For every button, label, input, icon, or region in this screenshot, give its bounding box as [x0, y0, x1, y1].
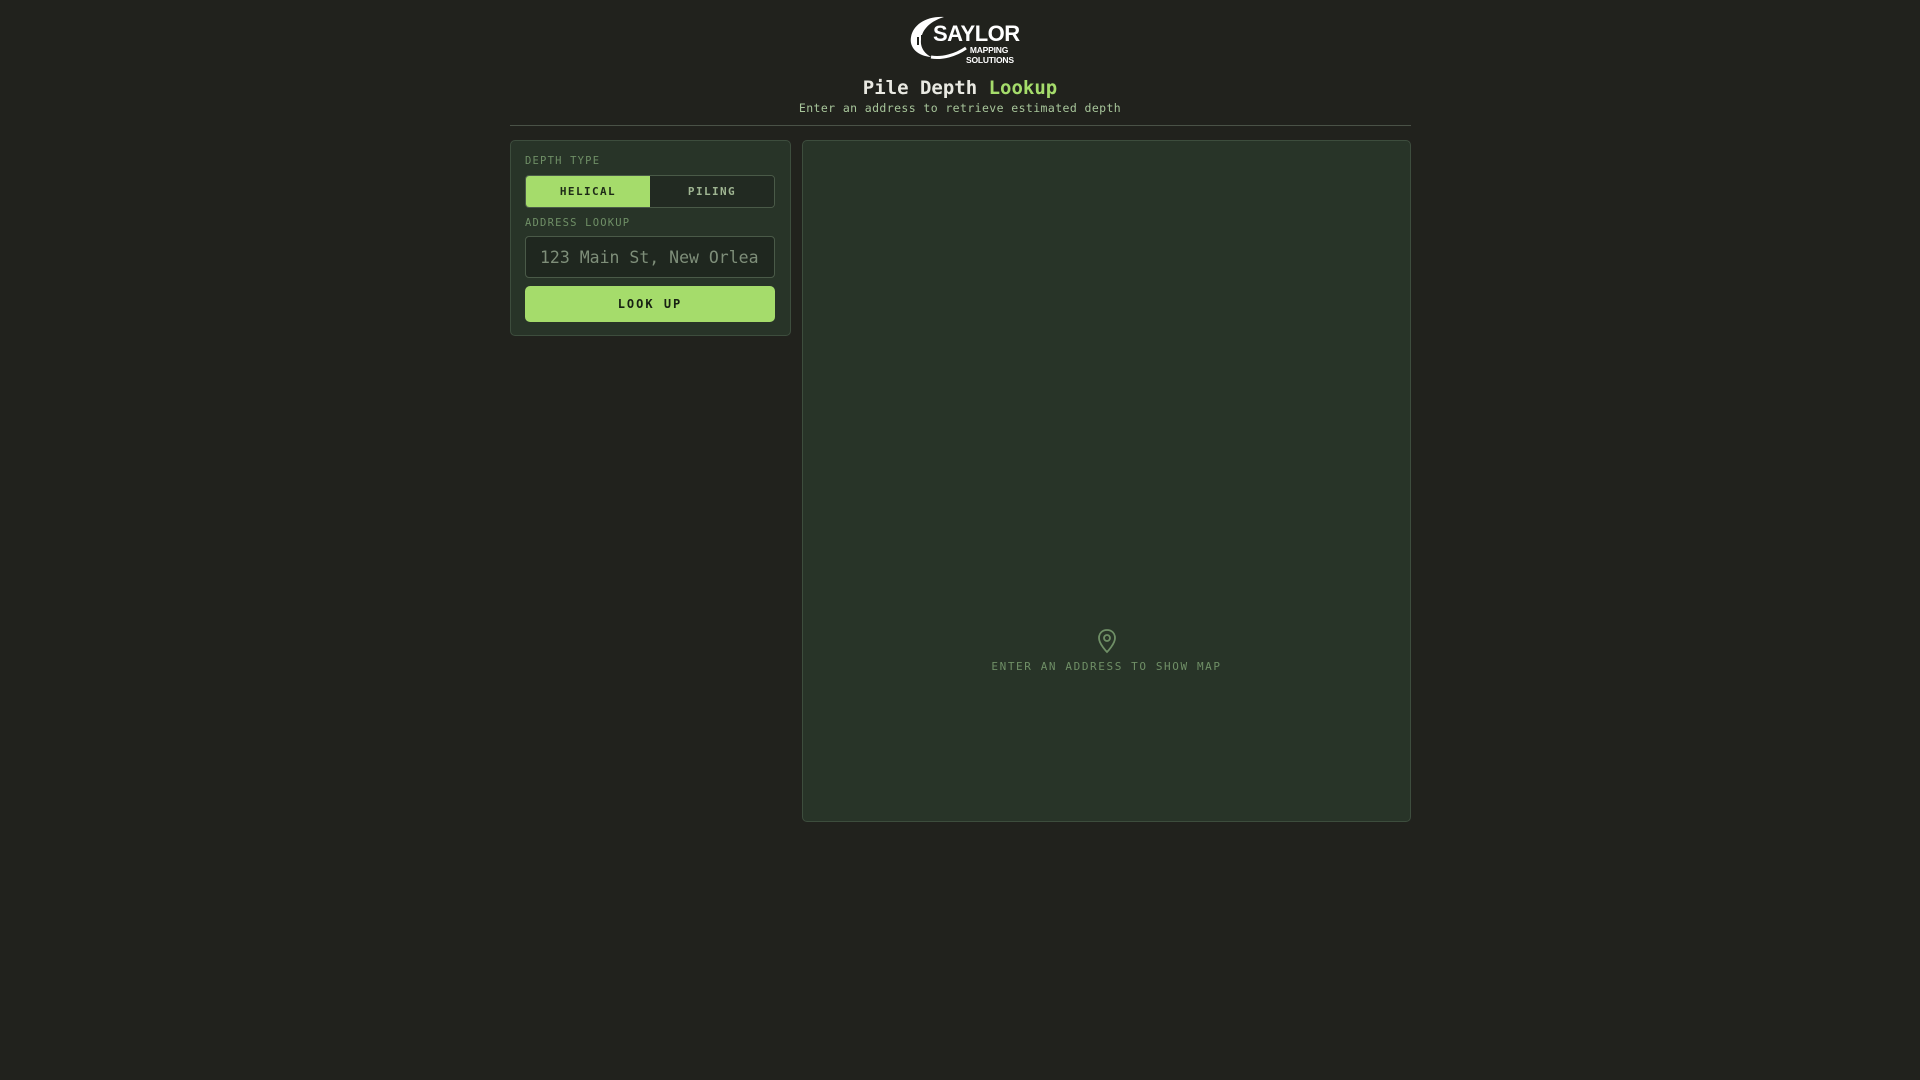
map-pin-icon	[1097, 629, 1116, 654]
page-title: Pile Depth Lookup	[863, 76, 1057, 100]
map-empty-message: ENTER AN ADDRESS TO SHOW MAP	[991, 660, 1222, 673]
title-accent: Lookup	[988, 77, 1058, 99]
map-panel[interactable]: ENTER AN ADDRESS TO SHOW MAP	[802, 140, 1411, 822]
brand-name: SAYLOR	[933, 21, 1020, 46]
saylor-logo: SAYLOR MAPPING SOLUTIONS	[908, 15, 1020, 67]
title-main: Pile Depth	[862, 77, 978, 99]
address-input[interactable]	[525, 236, 775, 278]
page-subtitle: Enter an address to retrieve estimated d…	[798, 101, 1122, 115]
address-lookup-label: ADDRESS LOOKUP	[525, 217, 631, 229]
piling-option-button[interactable]: PILING	[650, 176, 774, 207]
brand-tagline-line2: SOLUTIONS	[966, 54, 1014, 65]
header-divider	[510, 125, 1411, 126]
brand-tagline: MAPPING SOLUTIONS	[966, 45, 1014, 65]
depth-type-toggle: HELICAL PILING	[525, 175, 775, 208]
depth-type-label: DEPTH TYPE	[525, 155, 601, 167]
lookup-panel: DEPTH TYPE HELICAL PILING ADDRESS LOOKUP…	[510, 140, 791, 336]
look-up-button[interactable]: LOOK UP	[525, 286, 775, 322]
map-empty-state: ENTER AN ADDRESS TO SHOW MAP	[803, 628, 1410, 673]
helical-option-button[interactable]: HELICAL	[526, 176, 650, 207]
page-header: SAYLOR MAPPING SOLUTIONS Pile Depth Look…	[0, 0, 1920, 116]
